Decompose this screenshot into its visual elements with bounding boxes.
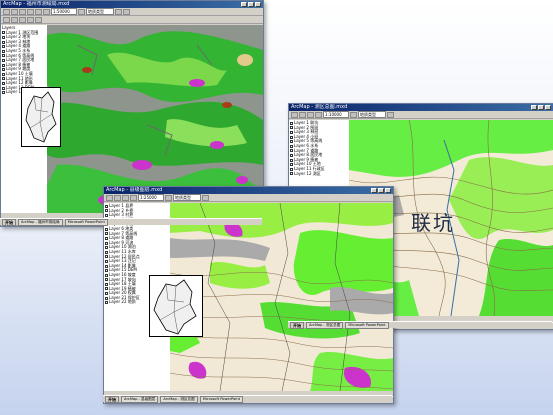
taskbar-item[interactable]: Microsoft PowerPoint bbox=[199, 395, 244, 403]
taskbar-item[interactable]: Microsoft PowerPoint bbox=[345, 321, 389, 329]
taskbar-item[interactable]: ArcMap - 测区总图 bbox=[160, 395, 198, 403]
maximize-button[interactable] bbox=[538, 105, 544, 110]
taskbar-item[interactable]: ArcMap - 福州市测绘局 bbox=[18, 218, 63, 226]
print-icon[interactable] bbox=[27, 8, 34, 15]
zoom-out-icon[interactable] bbox=[43, 8, 50, 15]
pan-icon[interactable] bbox=[78, 8, 85, 15]
identify-icon[interactable] bbox=[202, 194, 209, 201]
minimize-button[interactable] bbox=[531, 105, 537, 110]
close-button[interactable] bbox=[385, 188, 391, 193]
sketch-icon[interactable] bbox=[11, 16, 18, 23]
save-icon[interactable] bbox=[122, 194, 129, 201]
close-button[interactable] bbox=[255, 2, 261, 7]
minimize-button[interactable] bbox=[241, 2, 247, 7]
layer-field[interactable]: 地质类型 bbox=[358, 111, 386, 118]
layer-field[interactable]: 地质类型 bbox=[173, 194, 201, 201]
open-icon[interactable] bbox=[299, 111, 306, 118]
taskbar-2: 开始 ArcMap - 测区总图 Microsoft PowerPoint bbox=[288, 321, 552, 329]
overview-map-3[interactable] bbox=[149, 275, 203, 337]
overview-map-1[interactable] bbox=[21, 87, 61, 147]
window1-titlebar[interactable]: ArcMap - 福州市测绘局.mxd bbox=[1, 1, 263, 8]
pan-icon[interactable] bbox=[350, 111, 357, 118]
save-icon[interactable] bbox=[307, 111, 314, 118]
taskbar-item[interactable]: ArcMap - 县级图层 bbox=[121, 395, 159, 403]
close-button[interactable] bbox=[545, 105, 551, 110]
taskbar-1: 开始 ArcMap - 福州市测绘局 Microsoft PowerPoint bbox=[0, 218, 262, 226]
map-canvas-3[interactable] bbox=[170, 203, 393, 391]
maximize-button[interactable] bbox=[378, 188, 384, 193]
new-icon[interactable] bbox=[3, 8, 10, 15]
measure-icon[interactable] bbox=[19, 16, 26, 23]
topographic-map bbox=[170, 203, 393, 391]
county-outline-icon bbox=[25, 91, 57, 143]
window1-toolbar2 bbox=[1, 16, 263, 24]
open-icon[interactable] bbox=[114, 194, 121, 201]
layer-field[interactable]: 地质类型 bbox=[86, 8, 114, 15]
open-icon[interactable] bbox=[11, 8, 18, 15]
start-button[interactable]: 开始 bbox=[2, 218, 16, 226]
window3-titlebar[interactable]: ArcMap - 县级图层.mxd bbox=[104, 187, 393, 194]
scale-field[interactable]: 1:25000 bbox=[138, 194, 164, 201]
select-icon[interactable] bbox=[123, 8, 130, 15]
window1-toolbar: 1:50000 地质类型 bbox=[1, 8, 263, 16]
minimize-button[interactable] bbox=[371, 188, 377, 193]
new-icon[interactable] bbox=[291, 111, 298, 118]
toc-item[interactable]: Layer 12 测区 bbox=[290, 171, 348, 177]
identify-icon[interactable] bbox=[387, 111, 394, 118]
start-button[interactable]: 开始 bbox=[105, 395, 119, 403]
window3-toolbar: 1:25000 地质类型 bbox=[104, 194, 393, 202]
new-icon[interactable] bbox=[106, 194, 113, 201]
window2-toolbar: 1:10000 地质类型 bbox=[289, 111, 553, 119]
window1-title: ArcMap - 福州市测绘局.mxd bbox=[3, 1, 70, 7]
editor-icon[interactable] bbox=[3, 16, 10, 23]
taskbar-item[interactable]: ArcMap - 测区总图 bbox=[306, 321, 344, 329]
county-outline-icon bbox=[153, 279, 197, 335]
zoom-in-icon[interactable] bbox=[35, 8, 42, 15]
window2-titlebar[interactable]: ArcMap - 测区总图.mxd bbox=[289, 104, 553, 111]
taskbar-item[interactable]: Microsoft PowerPoint bbox=[64, 218, 108, 226]
start-button[interactable]: 开始 bbox=[290, 321, 304, 329]
pan-icon[interactable] bbox=[165, 194, 172, 201]
hyperlink-icon[interactable] bbox=[35, 16, 42, 23]
taskbar-3: 开始 ArcMap - 县级图层 ArcMap - 测区总图 Microsoft… bbox=[103, 395, 392, 403]
window3-title: ArcMap - 县级图层.mxd bbox=[106, 187, 163, 193]
map-canvas-1[interactable] bbox=[47, 25, 263, 213]
maximize-button[interactable] bbox=[248, 2, 254, 7]
zoom-in-icon[interactable] bbox=[315, 111, 322, 118]
save-icon[interactable] bbox=[19, 8, 26, 15]
scale-field[interactable]: 1:50000 bbox=[51, 8, 77, 15]
place-name-label: 联坑 bbox=[411, 211, 455, 235]
scale-field[interactable]: 1:10000 bbox=[323, 111, 349, 118]
zoom-in-icon[interactable] bbox=[130, 194, 137, 201]
window2-title: ArcMap - 测区总图.mxd bbox=[291, 104, 348, 110]
identify-icon[interactable] bbox=[115, 8, 122, 15]
vegetation-map bbox=[47, 25, 263, 213]
find-icon[interactable] bbox=[27, 16, 34, 23]
